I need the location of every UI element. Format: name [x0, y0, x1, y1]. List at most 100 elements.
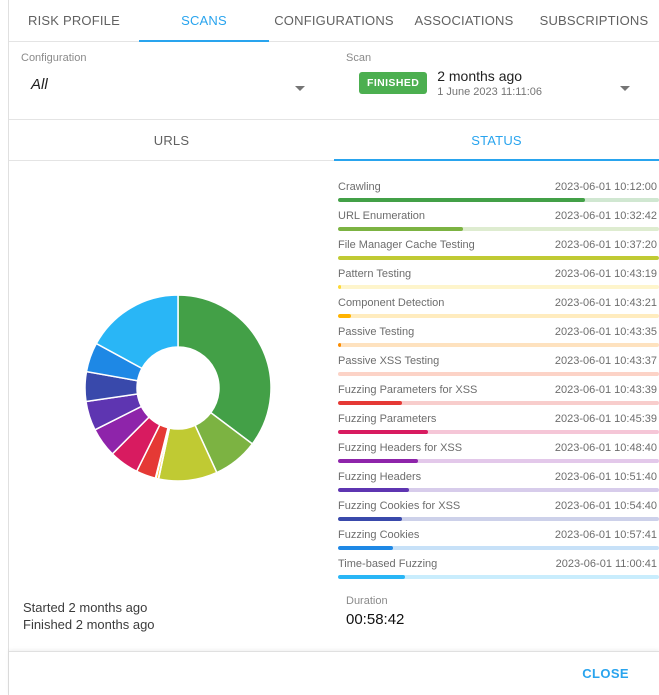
scan-selected-title: 2 months ago: [437, 68, 542, 84]
scan-label: Scan: [346, 52, 371, 64]
duration-label: Duration: [346, 595, 404, 607]
phase-name: Fuzzing Cookies: [338, 529, 419, 541]
tab-associations[interactable]: ASSOCIATIONS: [399, 0, 529, 41]
close-button[interactable]: CLOSE: [582, 666, 629, 681]
phase-progress-fill: [338, 343, 341, 347]
tab-urls[interactable]: URLS: [9, 120, 334, 160]
phase-row: Passive XSS Testing 2023-06-01 10:43:37: [338, 351, 659, 380]
phase-row: Passive Testing 2023-06-01 10:43:35: [338, 322, 659, 351]
phase-progress-track: [338, 401, 659, 405]
phase-name: Time-based Fuzzing: [338, 558, 437, 570]
phase-progress-track: [338, 343, 659, 347]
duration-value: 00:58:42: [346, 611, 404, 628]
scan-phase-donut-chart: [83, 293, 273, 483]
phase-timestamp: 2023-06-01 10:43:19: [555, 268, 657, 280]
phase-timestamp: 2023-06-01 10:51:40: [555, 471, 657, 483]
phase-progress-fill: [338, 198, 585, 202]
tab-subscriptions[interactable]: SUBSCRIPTIONS: [529, 0, 659, 41]
phase-progress-fill: [338, 488, 409, 492]
tab-risk-profile[interactable]: RISK PROFILE: [9, 0, 139, 41]
scan-details-dialog: RISK PROFILE SCANS CONFIGURATIONS ASSOCI…: [8, 0, 659, 695]
started-text: Started 2 months ago: [23, 599, 155, 616]
phase-progress-fill: [338, 256, 659, 260]
tab-status[interactable]: STATUS: [334, 120, 659, 160]
filter-row: Configuration All Scan FINISHED 2 months…: [9, 42, 659, 120]
phase-name: Fuzzing Headers: [338, 471, 421, 483]
phase-progress-fill: [338, 517, 402, 521]
status-badge: FINISHED: [359, 72, 427, 94]
finished-text: Finished 2 months ago: [23, 616, 155, 633]
configuration-label: Configuration: [21, 52, 86, 64]
sub-tab-bar: URLS STATUS: [9, 120, 659, 161]
phase-name: Passive Testing: [338, 326, 414, 338]
phase-row: Component Detection 2023-06-01 10:43:21: [338, 293, 659, 322]
phase-name: Fuzzing Parameters for XSS: [338, 384, 477, 396]
phase-progress-track: [338, 546, 659, 550]
duration-block: Duration 00:58:42: [346, 595, 404, 628]
phase-row: Fuzzing Headers for XSS 2023-06-01 10:48:…: [338, 438, 659, 467]
scan-select[interactable]: FINISHED 2 months ago 1 June 2023 11:11:…: [359, 68, 542, 98]
chevron-down-icon[interactable]: [295, 86, 305, 91]
donut-segment: [178, 295, 271, 444]
phase-name: Passive XSS Testing: [338, 355, 439, 367]
phase-timestamp: 2023-06-01 10:48:40: [555, 442, 657, 454]
phase-timestamp: 2023-06-01 10:57:41: [555, 529, 657, 541]
phase-progress-fill: [338, 401, 402, 405]
phase-progress-track: [338, 198, 659, 202]
phase-row: Fuzzing Parameters 2023-06-01 10:45:39: [338, 409, 659, 438]
phase-timestamp: 2023-06-01 10:45:39: [555, 413, 657, 425]
phase-name: URL Enumeration: [338, 210, 425, 222]
phase-row: Fuzzing Cookies 2023-06-01 10:57:41: [338, 525, 659, 554]
phase-timestamp: 2023-06-01 10:43:21: [555, 297, 657, 309]
phase-row: Crawling 2023-06-01 10:12:00: [338, 177, 659, 206]
phase-timestamp: 2023-06-01 10:32:42: [555, 210, 657, 222]
main-tab-bar: RISK PROFILE SCANS CONFIGURATIONS ASSOCI…: [9, 0, 659, 42]
phase-name: Crawling: [338, 181, 381, 193]
phase-timestamp: 2023-06-01 10:37:20: [555, 239, 657, 251]
phase-progress-track: [338, 256, 659, 260]
chevron-down-icon[interactable]: [620, 86, 630, 91]
scan-selected-datetime: 1 June 2023 11:11:06: [437, 86, 542, 98]
phase-timestamp: 2023-06-01 11:00:41: [556, 558, 657, 570]
phase-name: Fuzzing Parameters: [338, 413, 436, 425]
configuration-select[interactable]: All: [31, 76, 48, 93]
phase-row: Fuzzing Parameters for XSS 2023-06-01 10:…: [338, 380, 659, 409]
phase-timestamp: 2023-06-01 10:12:00: [555, 181, 657, 193]
tab-configurations[interactable]: CONFIGURATIONS: [269, 0, 399, 41]
phase-timestamp: 2023-06-01 10:43:35: [555, 326, 657, 338]
phase-row: URL Enumeration 2023-06-01 10:32:42: [338, 206, 659, 235]
phase-progress-track: [338, 517, 659, 521]
status-panel: Crawling 2023-06-01 10:12:00 URL Enumerat…: [9, 161, 659, 651]
phase-list: Crawling 2023-06-01 10:12:00 URL Enumerat…: [338, 177, 659, 583]
phase-name: Fuzzing Cookies for XSS: [338, 500, 460, 512]
dialog-footer: CLOSE: [9, 651, 659, 695]
phase-row: File Manager Cache Testing 2023-06-01 10:…: [338, 235, 659, 264]
phase-name: File Manager Cache Testing: [338, 239, 475, 251]
phase-progress-fill: [338, 227, 463, 231]
scan-summary: Started 2 months ago Finished 2 months a…: [23, 599, 155, 633]
phase-row: Fuzzing Cookies for XSS 2023-06-01 10:54:…: [338, 496, 659, 525]
phase-progress-fill: [338, 285, 341, 289]
phase-progress-fill: [338, 314, 351, 318]
phase-progress-fill: [338, 430, 428, 434]
phase-row: Fuzzing Headers 2023-06-01 10:51:40: [338, 467, 659, 496]
phase-progress-track: [338, 285, 659, 289]
phase-name: Component Detection: [338, 297, 444, 309]
phase-timestamp: 2023-06-01 10:54:40: [555, 500, 657, 512]
phase-progress-track: [338, 314, 659, 318]
phase-progress-track: [338, 372, 659, 376]
phase-progress-track: [338, 488, 659, 492]
phase-progress-fill: [338, 575, 405, 579]
phase-progress-track: [338, 459, 659, 463]
phase-row: Pattern Testing 2023-06-01 10:43:19: [338, 264, 659, 293]
phase-timestamp: 2023-06-01 10:43:39: [555, 384, 657, 396]
phase-progress-track: [338, 227, 659, 231]
phase-name: Pattern Testing: [338, 268, 411, 280]
phase-progress-fill: [338, 546, 393, 550]
phase-progress-fill: [338, 459, 418, 463]
phase-timestamp: 2023-06-01 10:43:37: [555, 355, 657, 367]
phase-progress-track: [338, 430, 659, 434]
phase-row: Time-based Fuzzing 2023-06-01 11:00:41: [338, 554, 659, 583]
tab-scans[interactable]: SCANS: [139, 0, 269, 41]
phase-name: Fuzzing Headers for XSS: [338, 442, 462, 454]
